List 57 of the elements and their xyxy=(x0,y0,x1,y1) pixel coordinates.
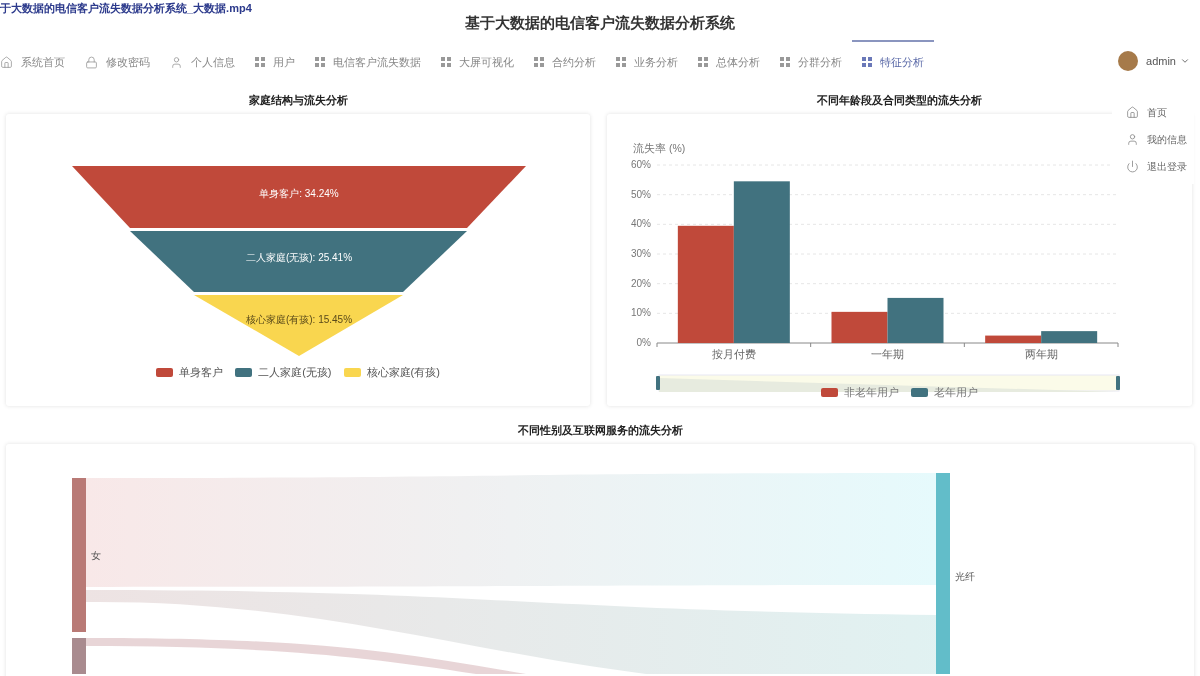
tick-label: 10% xyxy=(631,307,651,319)
lock-icon xyxy=(85,55,98,69)
legend-label[interactable]: 单身客户 xyxy=(179,364,224,381)
menu-item[interactable]: 退出登录 xyxy=(1112,153,1194,180)
tick-label: 40% xyxy=(631,218,651,230)
nav-tab[interactable]: 特征分析 xyxy=(852,40,934,82)
user-icon xyxy=(1126,133,1139,146)
tick-label: 30% xyxy=(631,248,651,259)
home-icon xyxy=(1126,106,1139,119)
grid-icon xyxy=(780,57,790,67)
menu-item[interactable]: 首页 xyxy=(1112,99,1194,126)
grid-icon xyxy=(255,57,265,67)
nav-tab[interactable]: 个人信息 xyxy=(160,40,245,82)
nav-tab[interactable]: 大屏可视化 xyxy=(431,40,524,82)
tick-label: 50% xyxy=(631,188,651,200)
nav-tab[interactable]: 业务分析 xyxy=(606,40,688,82)
grid-icon xyxy=(616,57,626,67)
tick-label: 20% xyxy=(631,277,651,289)
nav-tab[interactable]: 修改密码 xyxy=(75,40,160,82)
nav-tab[interactable]: 用户 xyxy=(245,40,305,82)
axis-title: 流失率 (%) xyxy=(633,142,686,154)
panel-title: 不同年龄段及合同类型的流失分析 xyxy=(817,93,982,108)
nav-tab[interactable]: 系统首页 xyxy=(0,40,75,82)
menu-item[interactable]: 我的信息 xyxy=(1112,126,1194,153)
tick-label: 0% xyxy=(636,337,651,348)
node-label: 女 xyxy=(91,550,101,561)
page-title: 基于大数据的电信客户流失数据分析系统 xyxy=(465,12,735,33)
user-menu-button[interactable]: admin xyxy=(1146,52,1190,70)
legend-label[interactable]: 非老年用户 xyxy=(844,384,899,401)
panel-title: 家庭结构与流失分析 xyxy=(247,93,349,108)
funnel-label: 二人家庭(无孩): 25.41% xyxy=(245,252,353,263)
user-avatar xyxy=(1118,51,1139,71)
nav-tab[interactable]: 总体分析 xyxy=(688,40,770,82)
grid-icon xyxy=(862,57,872,67)
category-label: 两年期 xyxy=(1024,348,1058,360)
category-label: 按月付费 xyxy=(711,348,756,360)
user-icon xyxy=(170,55,183,69)
power-icon xyxy=(1126,160,1139,173)
legend-label[interactable]: 老年用户 xyxy=(934,384,978,401)
home-icon xyxy=(0,55,13,69)
nav-tab[interactable]: 合约分析 xyxy=(524,40,606,82)
grid-icon xyxy=(441,57,451,67)
category-label: 一年期 xyxy=(871,348,904,360)
legend-label[interactable]: 核心家庭(有孩) xyxy=(366,364,440,381)
tick-label: 60% xyxy=(631,159,651,170)
funnel-label: 单身客户: 34.24% xyxy=(259,188,339,199)
grid-icon xyxy=(698,57,708,67)
nav-tab[interactable]: 分群分析 xyxy=(770,40,852,82)
caret-icon xyxy=(1180,56,1190,66)
legend-label[interactable]: 二人家庭(无孩) xyxy=(258,364,332,381)
panel-title: 不同性别及互联网服务的流失分析 xyxy=(516,423,684,438)
video-title: 于大数据的电信客户流失数据分析系统_大数据.mp4 xyxy=(0,1,252,16)
node-label: 光纤 xyxy=(955,571,975,582)
nav-tab[interactable]: 电信客户流失数据 xyxy=(305,40,431,82)
funnel-label: 核心家庭(有孩): 15.45% xyxy=(245,314,353,325)
grid-icon xyxy=(534,57,544,67)
grid-icon xyxy=(315,57,325,67)
